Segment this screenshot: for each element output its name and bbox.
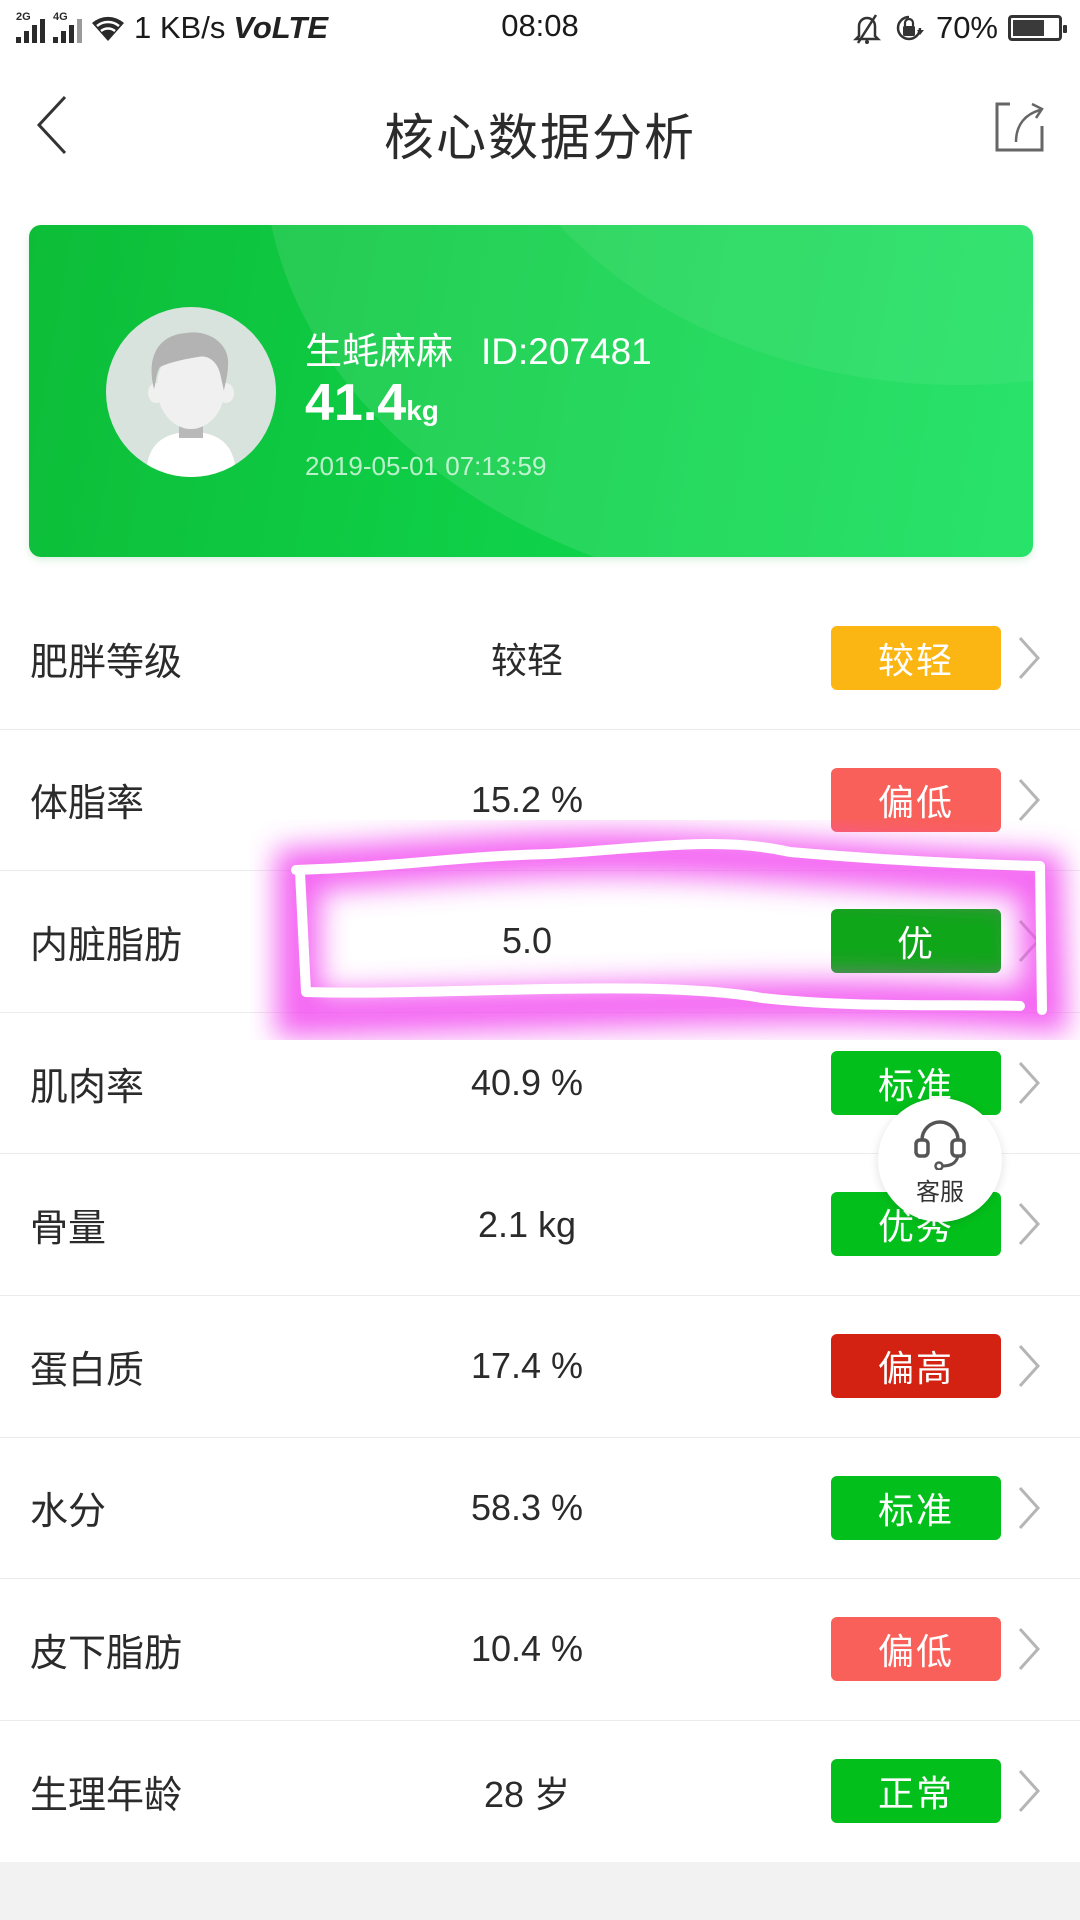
chevron-right-icon [1018, 1628, 1041, 1671]
user-name: 生蚝麻麻 [305, 330, 453, 373]
rotation-lock-icon [896, 15, 924, 41]
signal-2g-icon: 2G [16, 11, 45, 43]
chevron-right-icon [1018, 1344, 1041, 1387]
customer-service-label: 客服 [916, 1177, 964, 1206]
wifi-icon [92, 16, 124, 41]
avatar[interactable] [106, 307, 276, 477]
status-badge: 偏低 [831, 767, 1001, 832]
status-bar: 2G 4G 1 KB/s VoLTE 08:08 70% [0, 0, 1080, 56]
user-info: 生蚝麻麻 ID:207481 [305, 321, 652, 375]
metric-row[interactable]: 生理年龄 28 岁 正常 [0, 1721, 1080, 1863]
status-badge: 偏高 [831, 1333, 1001, 1398]
battery-icon [1008, 15, 1067, 41]
status-badge: 偏低 [831, 1617, 1001, 1682]
metrics-list: 肥胖等级 较轻 较轻 体脂率 15.2 % 偏低 内脏脂肪 5.0 优 肌肉率 … [0, 588, 1080, 1862]
metric-row[interactable]: 内脏脂肪 5.0 优 [0, 871, 1080, 1013]
status-badge: 标准 [831, 1475, 1001, 1540]
metric-value: 17.4 % [470, 1345, 584, 1387]
metric-label: 蛋白质 [30, 1347, 145, 1392]
metric-value: 10.4 % [470, 1628, 584, 1670]
page-title: 核心数据分析 [384, 109, 696, 167]
weight-value: 41.4 [305, 374, 407, 432]
measurement-datetime: 2019-05-01 07:13:59 [305, 451, 547, 481]
metric-row[interactable]: 体脂率 15.2 % 偏低 [0, 730, 1080, 872]
headset-icon [914, 1119, 966, 1170]
weight-display: 41.4kg [305, 373, 439, 433]
chevron-right-icon [1018, 1769, 1041, 1812]
status-badge: 优 [831, 909, 1001, 974]
chevron-right-icon [1018, 1061, 1041, 1104]
metric-label: 肌肉率 [30, 1064, 145, 1109]
share-icon [995, 102, 1044, 152]
metric-row[interactable]: 蛋白质 17.4 % 偏高 [0, 1296, 1080, 1438]
metric-row[interactable]: 皮下脂肪 10.4 % 偏低 [0, 1579, 1080, 1721]
metric-value: 2.1 kg [477, 1203, 577, 1245]
profile-card: 生蚝麻麻 ID:207481 41.4kg 2019-05-01 07:13:59 [29, 225, 1033, 557]
battery-level [1013, 20, 1044, 36]
metric-label: 内脏脂肪 [30, 922, 183, 967]
chevron-right-icon [1018, 920, 1041, 963]
chevron-right-icon [1018, 1486, 1041, 1529]
signal-4g-icon: 4G [53, 11, 82, 43]
metric-value: 较轻 [490, 640, 563, 682]
metric-value: 15.2 % [470, 778, 584, 820]
metric-value: 28 岁 [483, 1773, 571, 1815]
user-id: ID:207481 [481, 331, 652, 372]
metric-label: 水分 [30, 1489, 107, 1534]
footer-background [0, 1862, 1080, 1920]
status-badge: 正常 [831, 1758, 1001, 1823]
weight-unit: kg [406, 395, 439, 426]
share-button[interactable] [992, 98, 1052, 158]
metric-label: 皮下脂肪 [30, 1630, 183, 1675]
metric-value: 58.3 % [470, 1486, 584, 1528]
metric-value: 5.0 [501, 920, 553, 962]
chevron-right-icon [1018, 1203, 1041, 1246]
metric-label: 骨量 [30, 1206, 107, 1251]
metric-row[interactable]: 肥胖等级 较轻 较轻 [0, 588, 1080, 730]
battery-percent: 70% [935, 10, 998, 45]
metric-value: 40.9 % [470, 1062, 584, 1104]
status-badge: 较轻 [831, 626, 1001, 690]
metric-row[interactable]: 水分 58.3 % 标准 [0, 1438, 1080, 1580]
bell-muted-icon [852, 14, 881, 44]
network-type-2g: 2G [16, 11, 31, 23]
network-speed: 1 KB/s [134, 10, 226, 45]
chevron-right-icon [1018, 778, 1041, 821]
metric-label: 肥胖等级 [30, 639, 183, 684]
app-header: 核心数据分析 [0, 60, 1080, 200]
network-type-4g: 4G [53, 11, 68, 23]
chevron-right-icon [1018, 636, 1041, 680]
volte-indicator: VoLTE [233, 10, 329, 45]
default-avatar-icon [146, 332, 236, 477]
customer-service-button[interactable]: 客服 [878, 1098, 1002, 1222]
metric-label: 生理年龄 [30, 1773, 183, 1818]
metric-label: 体脂率 [30, 781, 145, 826]
